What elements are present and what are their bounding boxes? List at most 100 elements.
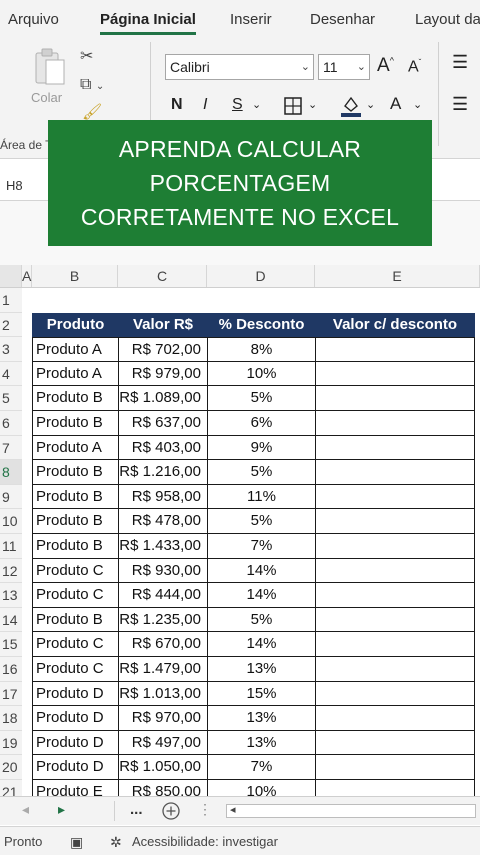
- cell-desconto[interactable]: 13%: [207, 706, 316, 731]
- row-header[interactable]: 3: [0, 337, 22, 362]
- row-header[interactable]: 12: [0, 558, 22, 584]
- horizontal-scrollbar[interactable]: ◂: [226, 804, 476, 818]
- cell-valor[interactable]: R$ 478,00: [118, 509, 208, 534]
- cell-valor[interactable]: R$ 930,00: [118, 558, 208, 584]
- prev-sheet-icon[interactable]: ◂: [22, 801, 29, 818]
- more-sheets-button[interactable]: ...: [130, 801, 143, 818]
- cell-produto[interactable]: Produto A: [32, 435, 119, 461]
- select-all-corner[interactable]: [0, 265, 22, 287]
- cell-valor[interactable]: R$ 1.013,00: [118, 681, 208, 707]
- cell-desconto[interactable]: 13%: [207, 730, 316, 756]
- cell-valor-com-desconto[interactable]: [315, 361, 475, 387]
- cell-desconto[interactable]: 5%: [207, 460, 316, 485]
- tab-pagina-inicial[interactable]: Página Inicial: [100, 11, 196, 28]
- row-header[interactable]: 20: [0, 755, 22, 780]
- cell-desconto[interactable]: 5%: [207, 607, 316, 633]
- cell-produto[interactable]: Produto D: [32, 755, 119, 780]
- row-header[interactable]: 19: [0, 730, 22, 756]
- cell-produto[interactable]: Produto A: [32, 361, 119, 387]
- cell-desconto[interactable]: 14%: [207, 558, 316, 584]
- align-top-icon[interactable]: ☰: [452, 52, 468, 73]
- table-header-cell[interactable]: Valor c/ desconto: [315, 312, 475, 338]
- format-painter-icon[interactable]: 🖌: [82, 102, 102, 122]
- row-header[interactable]: 5: [0, 386, 22, 411]
- chevron-down-icon[interactable]: ⌄: [252, 98, 261, 111]
- cell-desconto[interactable]: 6%: [207, 411, 316, 436]
- tab-arquivo[interactable]: Arquivo: [8, 11, 59, 28]
- italic-button[interactable]: I: [203, 96, 207, 114]
- cell-valor[interactable]: R$ 1.050,00: [118, 755, 208, 780]
- cell-produto[interactable]: Produto B: [32, 460, 119, 485]
- table-header-cell[interactable]: Produto: [32, 312, 119, 338]
- cell-valor[interactable]: R$ 1.089,00: [118, 386, 208, 411]
- cell-desconto[interactable]: 13%: [207, 657, 316, 682]
- row-header[interactable]: 6: [0, 411, 22, 436]
- cell-valor[interactable]: R$ 979,00: [118, 361, 208, 387]
- scroll-left-icon[interactable]: ◂: [230, 803, 236, 816]
- cell-valor-com-desconto[interactable]: [315, 484, 475, 510]
- cell-desconto[interactable]: 5%: [207, 509, 316, 534]
- cell-valor-com-desconto[interactable]: [315, 337, 475, 362]
- cell-valor-com-desconto[interactable]: [315, 706, 475, 731]
- row-header[interactable]: 10: [0, 509, 22, 534]
- align-left-icon[interactable]: ☰: [452, 94, 468, 115]
- cell-valor-com-desconto[interactable]: [315, 534, 475, 559]
- font-size-select[interactable]: 11 ⌄: [318, 54, 370, 80]
- row-header[interactable]: 18: [0, 706, 22, 731]
- cell-valor[interactable]: R$ 497,00: [118, 730, 208, 756]
- cell-desconto[interactable]: 5%: [207, 386, 316, 411]
- copy-icon[interactable]: ⧉ ⌄: [80, 76, 104, 94]
- column-header-b[interactable]: B: [32, 265, 118, 287]
- row-header[interactable]: 8: [0, 460, 22, 485]
- font-color-button[interactable]: A: [390, 94, 401, 114]
- cell-desconto[interactable]: 7%: [207, 755, 316, 780]
- row-header[interactable]: 7: [0, 435, 22, 461]
- cell-valor[interactable]: R$ 1.479,00: [118, 657, 208, 682]
- cell-valor-com-desconto[interactable]: [315, 755, 475, 780]
- cell-desconto[interactable]: 11%: [207, 484, 316, 510]
- cell-valor[interactable]: R$ 670,00: [118, 632, 208, 657]
- fill-color-icon[interactable]: [340, 94, 362, 118]
- cut-icon[interactable]: ✂: [80, 46, 93, 66]
- cell-produto[interactable]: Produto C: [32, 583, 119, 608]
- cell-produto[interactable]: Produto A: [32, 337, 119, 362]
- cell-produto[interactable]: Produto D: [32, 681, 119, 707]
- row-header[interactable]: 13: [0, 583, 22, 608]
- column-header-a[interactable]: A: [22, 265, 32, 287]
- cell-produto[interactable]: Produto C: [32, 657, 119, 682]
- cell-produto[interactable]: Produto B: [32, 411, 119, 436]
- name-box[interactable]: H8: [6, 178, 23, 193]
- options-icon[interactable]: ⋮: [198, 801, 212, 818]
- cell-desconto[interactable]: 7%: [207, 534, 316, 559]
- cell-valor-com-desconto[interactable]: [315, 681, 475, 707]
- row-header[interactable]: 1: [0, 288, 22, 313]
- cell-desconto[interactable]: 10%: [207, 361, 316, 387]
- borders-icon[interactable]: [283, 96, 303, 116]
- accessibility-icon[interactable]: ✲: [110, 834, 122, 851]
- row-header[interactable]: 11: [0, 534, 22, 559]
- cell-produto[interactable]: Produto B: [32, 607, 119, 633]
- column-header-e[interactable]: E: [315, 265, 480, 287]
- cell-desconto[interactable]: 14%: [207, 632, 316, 657]
- cell-valor-com-desconto[interactable]: [315, 386, 475, 411]
- cell-valor[interactable]: R$ 1.216,00: [118, 460, 208, 485]
- next-sheet-icon[interactable]: ▸: [58, 801, 65, 818]
- column-header-c[interactable]: C: [118, 265, 207, 287]
- cell-valor-com-desconto[interactable]: [315, 657, 475, 682]
- underline-button[interactable]: S: [232, 96, 243, 114]
- chevron-down-icon[interactable]: ⌄: [366, 98, 375, 111]
- add-sheet-icon[interactable]: [161, 801, 181, 821]
- grow-font-button[interactable]: A^: [377, 55, 394, 77]
- column-header-d[interactable]: D: [207, 265, 315, 287]
- cell-valor-com-desconto[interactable]: [315, 435, 475, 461]
- row-header[interactable]: 15: [0, 632, 22, 657]
- cell-valor[interactable]: R$ 1.433,00: [118, 534, 208, 559]
- cell-valor[interactable]: R$ 637,00: [118, 411, 208, 436]
- cell-valor[interactable]: R$ 970,00: [118, 706, 208, 731]
- cell-valor-com-desconto[interactable]: [315, 558, 475, 584]
- tab-layout[interactable]: Layout da: [415, 11, 480, 28]
- cell-valor[interactable]: R$ 403,00: [118, 435, 208, 461]
- row-header[interactable]: 17: [0, 681, 22, 707]
- cell-valor[interactable]: R$ 444,00: [118, 583, 208, 608]
- cell-desconto[interactable]: 8%: [207, 337, 316, 362]
